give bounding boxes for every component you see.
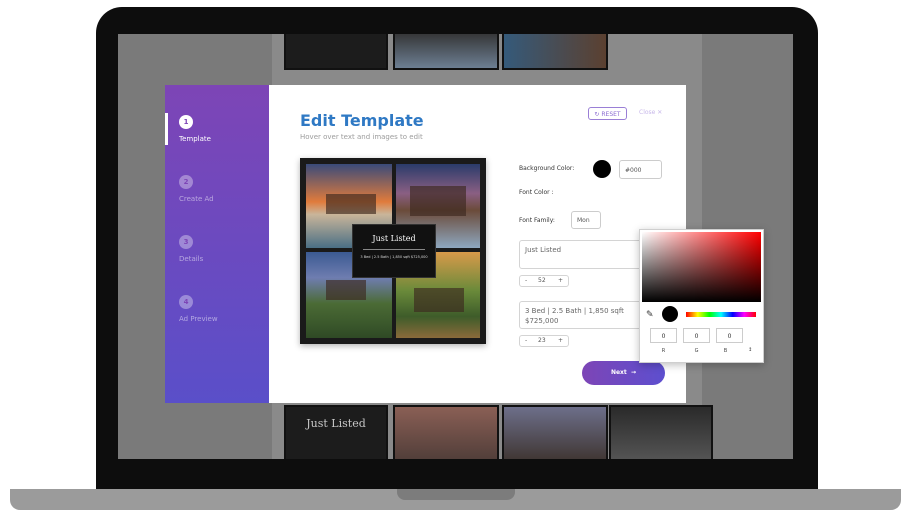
font-color-label: Font Color : [519,189,554,196]
background-color-swatch[interactable] [593,160,611,178]
gallery-thumb-caption: Just Listed [306,417,366,430]
preview-headline[interactable]: Just Listed [353,234,435,243]
arrow-right-icon: → [628,369,637,376]
next-button[interactable]: Next → [582,361,665,385]
blue-label: B [723,348,728,354]
font-family-label: Font Family: [519,217,555,224]
close-label: Close [639,109,656,116]
font-family-select[interactable]: Mon [571,211,601,229]
laptop-notch [397,489,515,500]
step-label: Ad Preview [179,315,218,323]
details-size-stepper[interactable]: - 23 + [519,335,569,347]
step-label: Details [179,255,204,263]
background-color-label: Background Color: [519,165,575,172]
step-number: 3 [179,235,193,249]
gallery-thumb[interactable] [502,34,608,70]
details-line-1: 3 Bed | 2.5 Bath | 1,850 sqft [525,307,624,315]
preview-text-overlay[interactable]: Just Listed 3 Bed | 2.5 Bath | 1,850 sqf… [352,224,436,278]
reset-icon: ↻ [594,111,600,118]
reset-button[interactable]: ↻ RESET [588,107,627,120]
step-ad-preview[interactable]: 4 Ad Preview [179,295,259,323]
preview-divider [363,249,425,250]
increment-icon[interactable]: + [558,276,563,286]
background-color-input[interactable]: #000 [619,160,662,179]
step-label: Create Ad [179,195,214,203]
step-label: Template [179,135,211,143]
details-line-2: $725,000 [525,317,559,325]
increment-icon[interactable]: + [558,336,563,346]
size-value: 52 [538,277,546,284]
steps-sidebar: 1 Template 2 Create Ad 3 Details 4 Ad Pr… [165,85,269,403]
color-picker-popup: ✎ 0 0 0 R G B ↕ [639,229,764,363]
eyedropper-icon[interactable]: ✎ [646,310,654,320]
next-label: Next [610,369,627,376]
gallery-thumb[interactable] [502,405,608,459]
decrement-icon[interactable]: - [525,276,527,286]
gallery-thumb[interactable] [393,34,499,70]
gallery-thumb[interactable] [284,34,388,70]
step-template[interactable]: 1 Template [179,115,259,143]
green-label: G [694,348,699,354]
step-number: 1 [179,115,193,129]
reset-label: RESET [601,111,621,118]
color-mode-toggle-icon[interactable]: ↕ [748,347,752,353]
screen: Just Listed 1 Template 2 Create Ad 3 Det… [118,34,793,459]
gallery-thumb[interactable]: Just Listed [284,405,388,459]
gallery-thumb[interactable] [393,405,499,459]
blue-input[interactable]: 0 [716,328,743,343]
step-create-ad[interactable]: 2 Create Ad [179,175,259,203]
red-label: R [661,348,666,354]
close-icon: ✕ [657,109,663,116]
close-button[interactable]: Close ✕ [639,109,662,116]
active-step-indicator [165,113,168,145]
current-color-preview [662,306,678,322]
headline-size-stepper[interactable]: - 52 + [519,275,569,287]
red-input[interactable]: 0 [650,328,677,343]
preview-details[interactable]: 3 Bed | 2.5 Bath | 1,850 sqft $725,000 [359,255,429,260]
decrement-icon[interactable]: - [525,336,527,346]
step-number: 2 [179,175,193,189]
step-details[interactable]: 3 Details [179,235,259,263]
saturation-area[interactable] [642,232,761,302]
hue-slider[interactable] [686,312,756,317]
page-title: Edit Template [300,111,424,130]
template-preview[interactable]: Just Listed 3 Bed | 2.5 Bath | 1,850 sqf… [300,158,486,344]
green-input[interactable]: 0 [683,328,710,343]
page-subtitle: Hover over text and images to edit [300,133,423,141]
size-value: 23 [538,337,546,344]
edit-template-modal: 1 Template 2 Create Ad 3 Details 4 Ad Pr… [165,85,764,403]
gallery-thumb[interactable] [609,405,713,459]
step-number: 4 [179,295,193,309]
